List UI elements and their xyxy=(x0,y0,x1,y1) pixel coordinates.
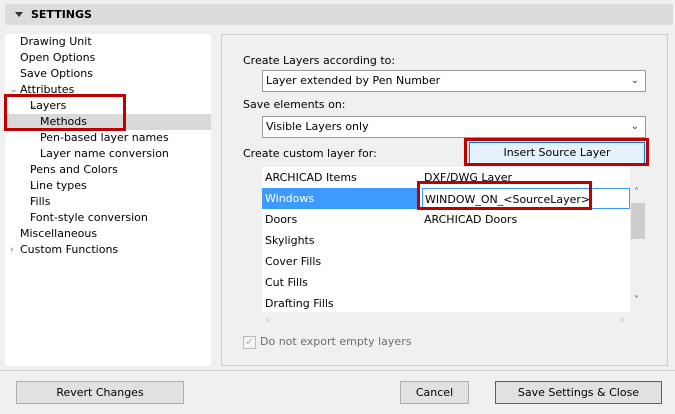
tree-item[interactable]: Layer name conversion xyxy=(5,146,211,162)
tree-item[interactable]: › Custom Functions xyxy=(5,242,211,258)
tree-item[interactable]: ⌄ Layers xyxy=(5,98,211,114)
table-row[interactable]: Cut Fills xyxy=(262,272,630,293)
item-cell[interactable]: Cover Fills xyxy=(262,251,420,272)
scroll-right-icon[interactable]: › xyxy=(620,313,624,326)
table-header-row: ARCHICAD Items DXF/DWG Layer xyxy=(262,167,630,188)
tree-item-label: Open Options xyxy=(20,51,96,64)
create-layers-value: Layer extended by Pen Number xyxy=(266,74,441,87)
custom-layer-label: Create custom layer for: xyxy=(243,147,377,160)
table-row[interactable]: Windows WINDOW_ON_<SourceLayer> xyxy=(262,188,630,209)
save-elements-label: Save elements on: xyxy=(243,98,346,111)
settings-header[interactable]: SETTINGS xyxy=(5,4,673,25)
methods-panel: Create Layers according to: Layer extend… xyxy=(221,34,668,366)
table-row[interactable]: Doors ARCHICAD Doors xyxy=(262,209,630,230)
tree-item-label: Save Options xyxy=(20,67,93,80)
tree-item-label: Layers xyxy=(30,99,67,112)
save-elements-dropdown[interactable]: Visible Layers only ⌄ xyxy=(262,116,646,138)
chevron-down-icon: ⌄ xyxy=(630,121,639,132)
tree-item-label: Layer name conversion xyxy=(40,147,169,160)
column-header-layer: DXF/DWG Layer xyxy=(424,171,513,184)
settings-title: SETTINGS xyxy=(31,8,92,21)
vertical-scrollbar[interactable]: ˄ ˅ xyxy=(630,185,646,312)
revert-changes-button[interactable]: Revert Changes xyxy=(16,381,184,404)
save-elements-value: Visible Layers only xyxy=(266,120,369,133)
insert-source-layer-button[interactable]: Insert Source Layer xyxy=(469,142,645,164)
chevron-down-icon[interactable]: ⌄ xyxy=(10,82,18,98)
tree-item[interactable]: Miscellaneous xyxy=(5,226,211,242)
layer-cell[interactable]: ARCHICAD Doors xyxy=(422,209,630,230)
tree-item-label: Font-style conversion xyxy=(30,211,148,224)
layer-cell[interactable] xyxy=(422,251,630,272)
tree-item-label: Line types xyxy=(30,179,87,192)
column-header-items: ARCHICAD Items xyxy=(265,171,357,184)
table-row[interactable]: Drafting Fills xyxy=(262,293,630,312)
layer-cell[interactable] xyxy=(422,272,630,293)
tree-item-label: Miscellaneous xyxy=(20,227,98,240)
empty-layers-label: Do not export empty layers xyxy=(260,335,412,348)
tree-item[interactable]: › Fills xyxy=(5,194,211,210)
tree-item[interactable]: Font-style conversion xyxy=(5,210,211,226)
footer-divider xyxy=(0,370,675,371)
tree-item[interactable]: › Line types xyxy=(5,178,211,194)
scroll-left-icon[interactable]: ‹ xyxy=(265,313,269,326)
tree-item[interactable]: Methods xyxy=(5,114,211,130)
tree-item-label: Drawing Unit xyxy=(20,35,92,48)
layer-cell[interactable]: WINDOW_ON_<SourceLayer> xyxy=(422,188,630,209)
layer-cell[interactable] xyxy=(422,293,630,312)
tree-item-label: Custom Functions xyxy=(20,243,119,256)
tree-item-label: Fills xyxy=(30,195,51,208)
item-cell[interactable]: Skylights xyxy=(262,230,420,251)
item-cell[interactable]: Doors xyxy=(262,209,420,230)
chevron-right-icon[interactable]: › xyxy=(10,242,14,258)
tree-item[interactable]: ⌄ Attributes xyxy=(5,82,211,98)
tree-item[interactable]: Drawing Unit xyxy=(5,34,211,50)
scroll-up-icon[interactable]: ˄ xyxy=(634,187,639,198)
table-row[interactable]: Cover Fills xyxy=(262,251,630,272)
create-layers-dropdown[interactable]: Layer extended by Pen Number ⌄ xyxy=(262,70,646,92)
tree-item-label: Attributes xyxy=(20,83,75,96)
scroll-down-icon[interactable]: ˅ xyxy=(634,295,639,306)
tree-item[interactable]: › Pens and Colors xyxy=(5,162,211,178)
table-row[interactable]: Skylights xyxy=(262,230,630,251)
layer-cell[interactable] xyxy=(422,230,630,251)
tree-item[interactable]: Pen-based layer names xyxy=(5,130,211,146)
tree-item-label: Methods xyxy=(40,115,87,128)
create-layers-label: Create Layers according to: xyxy=(243,54,396,67)
custom-layer-table: ARCHICAD Items DXF/DWG Layer Windows WINDO… xyxy=(262,167,630,312)
tree-item-label: Pen-based layer names xyxy=(40,131,169,144)
chevron-down-icon: ⌄ xyxy=(630,75,639,86)
collapse-triangle-icon xyxy=(15,12,23,17)
empty-layers-checkbox[interactable]: ✓ xyxy=(243,336,256,349)
cancel-button[interactable]: Cancel xyxy=(400,381,469,404)
tree-item-label: Pens and Colors xyxy=(30,163,118,176)
item-cell[interactable]: Cut Fills xyxy=(262,272,420,293)
item-cell[interactable]: Windows xyxy=(262,188,420,209)
tree-item[interactable]: Open Options xyxy=(5,50,211,66)
tree-item[interactable]: Save Options xyxy=(5,66,211,82)
scrollbar-thumb[interactable] xyxy=(631,203,645,239)
save-settings-close-button[interactable]: Save Settings & Close xyxy=(495,381,662,404)
item-cell[interactable]: Drafting Fills xyxy=(262,293,420,312)
settings-tree: Drawing Unit Open Options Save Options ⌄ Att… xyxy=(5,34,211,366)
